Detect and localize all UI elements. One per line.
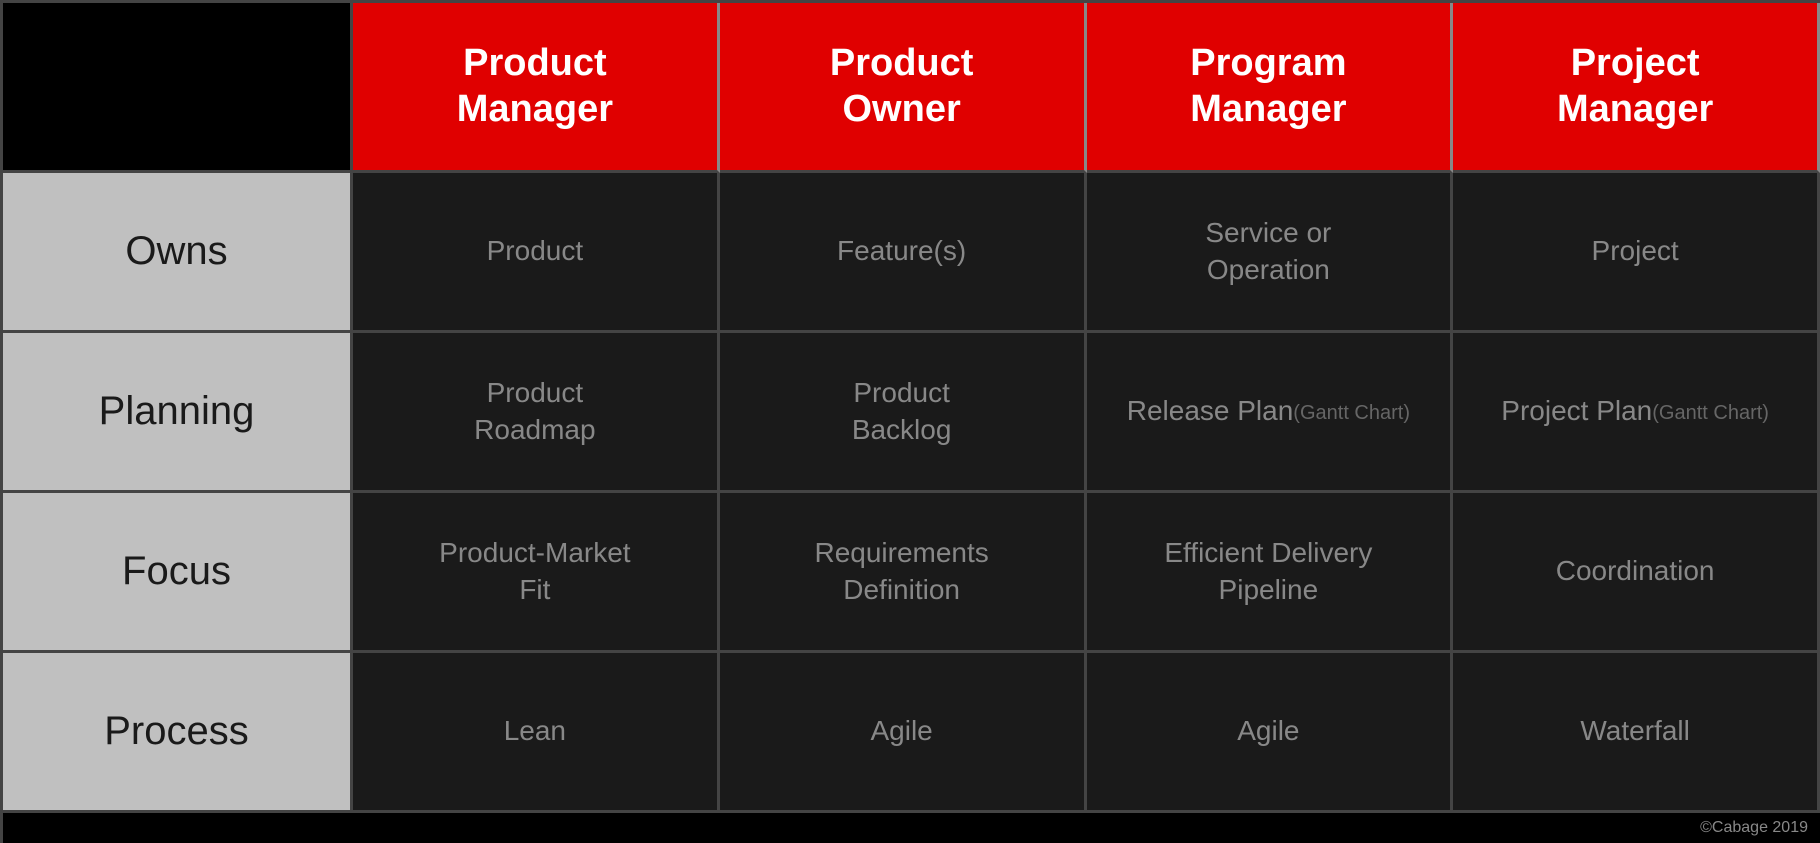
planning-program-manager: Release Plan (Gantt Chart) bbox=[1087, 333, 1454, 493]
row-label-owns: Owns bbox=[3, 173, 353, 333]
header-product-manager: ProductManager bbox=[353, 3, 720, 173]
row-label-focus: Focus bbox=[3, 493, 353, 653]
row-label-process: Process bbox=[3, 653, 353, 813]
copyright-text: ©Cabage 2019 bbox=[1700, 819, 1808, 837]
planning-project-manager: Project Plan (Gantt Chart) bbox=[1453, 333, 1820, 493]
header-empty-cell bbox=[3, 3, 353, 173]
owns-product-manager: Product bbox=[353, 173, 720, 333]
header-product-owner: ProductOwner bbox=[720, 3, 1087, 173]
owns-project-manager: Project bbox=[1453, 173, 1820, 333]
header-program-manager: ProgramManager bbox=[1087, 3, 1454, 173]
process-product-owner: Agile bbox=[720, 653, 1087, 813]
focus-product-manager: Product-MarketFit bbox=[353, 493, 720, 653]
focus-project-manager: Coordination bbox=[1453, 493, 1820, 653]
table-wrapper: ProductManager ProductOwner ProgramManag… bbox=[0, 0, 1820, 843]
row-label-planning: Planning bbox=[3, 333, 353, 493]
owns-program-manager: Service orOperation bbox=[1087, 173, 1454, 333]
process-project-manager: Waterfall bbox=[1453, 653, 1820, 813]
process-program-manager: Agile bbox=[1087, 653, 1454, 813]
focus-product-owner: RequirementsDefinition bbox=[720, 493, 1087, 653]
planning-product-owner: ProductBacklog bbox=[720, 333, 1087, 493]
focus-program-manager: Efficient DeliveryPipeline bbox=[1087, 493, 1454, 653]
comparison-table: ProductManager ProductOwner ProgramManag… bbox=[0, 0, 1820, 843]
header-project-manager: ProjectManager bbox=[1453, 3, 1820, 173]
process-product-manager: Lean bbox=[353, 653, 720, 813]
planning-product-manager: ProductRoadmap bbox=[353, 333, 720, 493]
owns-product-owner: Feature(s) bbox=[720, 173, 1087, 333]
